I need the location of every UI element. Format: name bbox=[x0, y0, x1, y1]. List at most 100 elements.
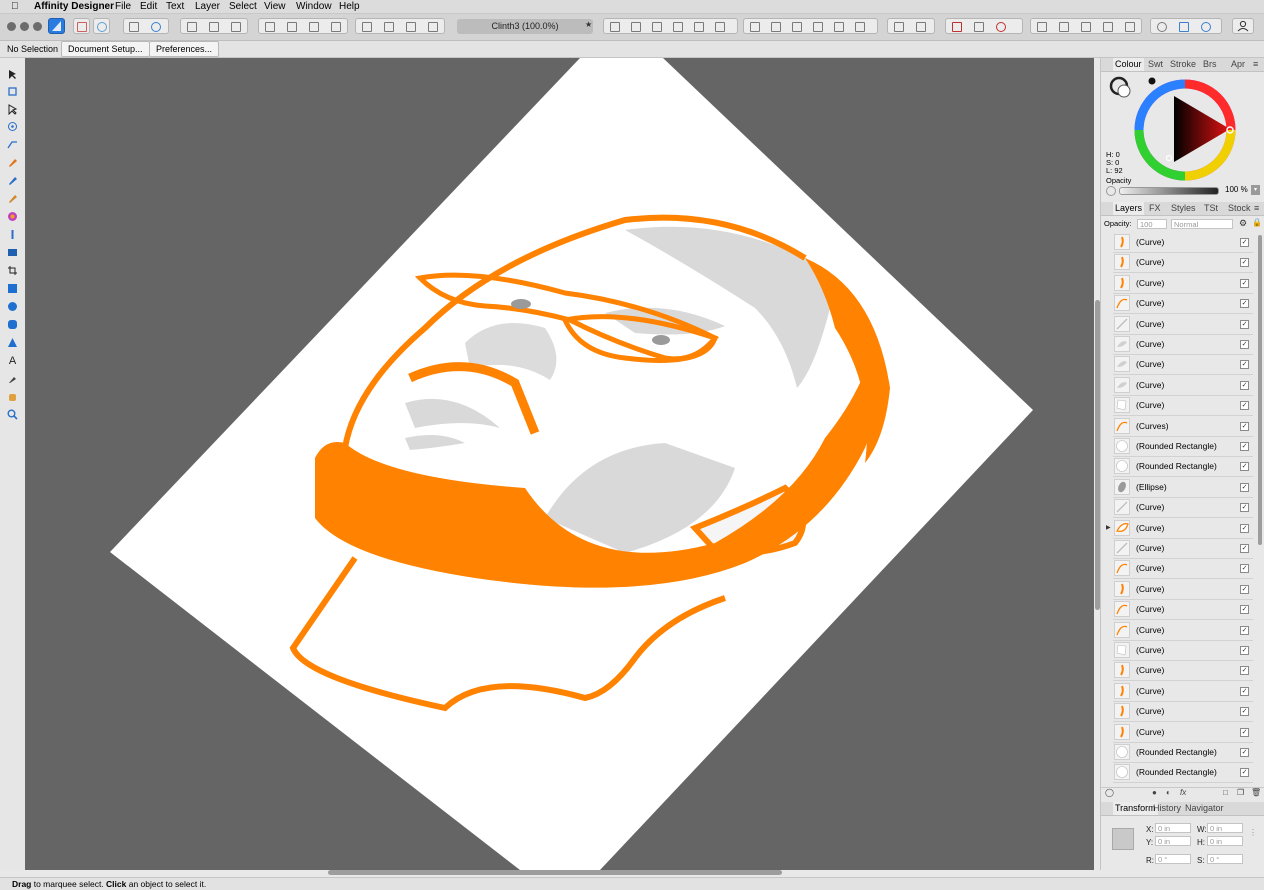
artboard-tool[interactable] bbox=[6, 85, 19, 98]
opacity-dropdown[interactable]: ▾ bbox=[1251, 185, 1260, 195]
move-tool[interactable] bbox=[6, 68, 19, 81]
account-button[interactable] bbox=[1232, 18, 1254, 34]
layer-visibility-checkbox[interactable]: ✓ bbox=[1240, 299, 1249, 309]
opacity-reset-icon[interactable] bbox=[1106, 186, 1116, 196]
ellipse-tool[interactable] bbox=[6, 300, 19, 313]
layer-row[interactable]: (Curve) ✓ bbox=[1113, 395, 1253, 417]
layer-visibility-checkbox[interactable]: ✓ bbox=[1240, 278, 1249, 288]
layer-visibility-checkbox[interactable]: ✓ bbox=[1240, 584, 1249, 594]
fx-icon[interactable]: fx bbox=[1180, 788, 1186, 797]
layer-opacity-field[interactable]: 100 bbox=[1137, 219, 1167, 229]
layer-row[interactable]: (Ellipse) ✓ bbox=[1113, 477, 1253, 498]
menu-layer[interactable]: Layer bbox=[195, 0, 220, 13]
artwork[interactable] bbox=[25, 58, 1094, 870]
share-buttons-group[interactable] bbox=[123, 18, 169, 34]
menu-select[interactable]: Select bbox=[229, 0, 257, 13]
opacity-value[interactable]: 100 % bbox=[1225, 185, 1248, 194]
opacity-slider[interactable] bbox=[1119, 187, 1219, 195]
layer-visibility-checkbox[interactable]: ✓ bbox=[1240, 646, 1249, 655]
layer-row[interactable]: (Rounded Rectangle) ✓ bbox=[1113, 436, 1253, 457]
rounded-rectangle-tool[interactable] bbox=[6, 318, 19, 331]
layer-row[interactable]: ▶ (Curve) ✓ bbox=[1106, 518, 1253, 539]
layer-visibility-checkbox[interactable]: ✓ bbox=[1240, 421, 1249, 431]
layer-visibility-checkbox[interactable]: ✓ bbox=[1240, 401, 1249, 411]
trash-icon[interactable]: 🗑 bbox=[1251, 788, 1261, 797]
tab-stock[interactable]: Stock bbox=[1228, 202, 1251, 215]
minimize-window-button[interactable] bbox=[20, 22, 29, 31]
duplicate-layer-icon[interactable]: ❐ bbox=[1237, 788, 1244, 797]
lock-aspect-icon[interactable]: ⋮ bbox=[1249, 828, 1257, 837]
layer-row[interactable]: (Curve) ✓ bbox=[1113, 375, 1253, 396]
layer-visibility-checkbox[interactable]: ✓ bbox=[1240, 768, 1249, 778]
layer-row[interactable]: (Curve) ✓ bbox=[1113, 722, 1253, 743]
colour-wheel[interactable] bbox=[1105, 74, 1264, 182]
layer-visibility-checkbox[interactable]: ✓ bbox=[1240, 482, 1249, 492]
geometry-buttons-group[interactable] bbox=[945, 18, 1023, 34]
layer-visibility-checkbox[interactable]: ✓ bbox=[1240, 442, 1249, 451]
layer-visibility-checkbox[interactable]: ✓ bbox=[1240, 707, 1249, 717]
artistic-text-tool[interactable]: A bbox=[6, 354, 19, 367]
layer-visibility-checkbox[interactable]: ✓ bbox=[1240, 748, 1249, 757]
close-window-button[interactable] bbox=[7, 22, 16, 31]
layers-scrollbar[interactable] bbox=[1258, 235, 1262, 545]
shear-field[interactable]: 0 ° bbox=[1207, 854, 1243, 864]
tab-transform[interactable]: Transform bbox=[1113, 802, 1158, 815]
tab-navigator[interactable]: Navigator bbox=[1185, 802, 1224, 815]
layer-visibility-checkbox[interactable]: ✓ bbox=[1240, 666, 1249, 676]
point-transform-tool[interactable] bbox=[6, 120, 19, 133]
menu-edit[interactable]: Edit bbox=[140, 0, 157, 13]
layer-visibility-checkbox[interactable]: ✓ bbox=[1240, 544, 1249, 553]
node-tool[interactable] bbox=[6, 103, 19, 116]
transform-buttons-group[interactable] bbox=[887, 18, 935, 34]
pen-tool[interactable] bbox=[6, 156, 19, 169]
layer-row[interactable]: (Curve) ✓ bbox=[1113, 232, 1253, 253]
menu-view[interactable]: View bbox=[264, 0, 286, 13]
layer-row[interactable]: (Rounded Rectangle) ✓ bbox=[1113, 456, 1253, 478]
layer-row[interactable]: (Curve) ✓ bbox=[1113, 293, 1253, 315]
triangle-tool[interactable] bbox=[6, 336, 19, 349]
layer-row[interactable]: (Curve) ✓ bbox=[1113, 497, 1253, 519]
layer-visibility-checkbox[interactable]: ✓ bbox=[1240, 727, 1249, 737]
view-tool[interactable] bbox=[6, 390, 19, 403]
document-setup-button[interactable]: Document Setup... bbox=[61, 41, 150, 57]
y-field[interactable]: 0 in bbox=[1155, 836, 1191, 846]
vector-brush-tool[interactable] bbox=[6, 192, 19, 205]
layer-visibility-checkbox[interactable]: ✓ bbox=[1240, 523, 1249, 533]
layer-row[interactable]: (Curve) ✓ bbox=[1113, 640, 1253, 661]
layer-row[interactable]: (Curve) ✓ bbox=[1113, 620, 1253, 641]
tab-history[interactable]: History bbox=[1153, 802, 1181, 815]
zoom-tool[interactable] bbox=[6, 408, 19, 421]
layer-row[interactable]: (Curve) ✓ bbox=[1113, 660, 1253, 682]
layer-row[interactable]: (Curve) ✓ bbox=[1113, 681, 1253, 702]
layer-row[interactable]: (Curve) ✓ bbox=[1113, 599, 1253, 621]
layer-row[interactable]: (Curve) ✓ bbox=[1113, 314, 1253, 335]
pixel-persona-button[interactable] bbox=[73, 18, 90, 34]
anchor-selector[interactable] bbox=[1112, 828, 1134, 850]
lock-icon[interactable]: 🔒 bbox=[1252, 218, 1262, 227]
artboard[interactable] bbox=[110, 58, 1033, 870]
arrange-buttons-group[interactable] bbox=[258, 18, 348, 34]
tab-swatches[interactable]: Swt bbox=[1148, 58, 1163, 71]
snapping-buttons-group[interactable] bbox=[180, 18, 248, 34]
boolean-buttons-group[interactable] bbox=[1030, 18, 1142, 34]
menu-window[interactable]: Window bbox=[296, 0, 332, 13]
layer-row[interactable]: (Rounded Rectangle) ✓ bbox=[1113, 762, 1253, 784]
panel-menu-icon[interactable]: ≡ bbox=[1254, 202, 1259, 215]
panel-menu-icon[interactable]: ≡ bbox=[1253, 58, 1258, 71]
menu-file[interactable]: File bbox=[115, 0, 131, 13]
canvas[interactable] bbox=[25, 58, 1094, 870]
layer-visibility-checkbox[interactable]: ✓ bbox=[1240, 238, 1249, 247]
layer-row[interactable]: (Curve) ✓ bbox=[1113, 354, 1253, 376]
layer-row[interactable]: (Curve) ✓ bbox=[1113, 701, 1253, 723]
gear-icon[interactable]: ⚙ bbox=[1239, 218, 1247, 229]
apple-icon[interactable]:  bbox=[11, 0, 19, 13]
export-persona-button[interactable] bbox=[93, 18, 110, 34]
app-menu[interactable]: Affinity Designer bbox=[34, 0, 114, 13]
layer-visibility-checkbox[interactable]: ✓ bbox=[1240, 686, 1249, 696]
adjustment-icon[interactable]: ◐ bbox=[1166, 788, 1171, 797]
tab-fx[interactable]: FX bbox=[1149, 202, 1161, 215]
layer-row[interactable]: (Curve) ✓ bbox=[1113, 252, 1253, 274]
document-title[interactable]: Clinth3 (100.0%) bbox=[457, 19, 593, 34]
layer-visibility-checkbox[interactable]: ✓ bbox=[1240, 360, 1249, 370]
black-swatch[interactable] bbox=[1148, 77, 1156, 85]
